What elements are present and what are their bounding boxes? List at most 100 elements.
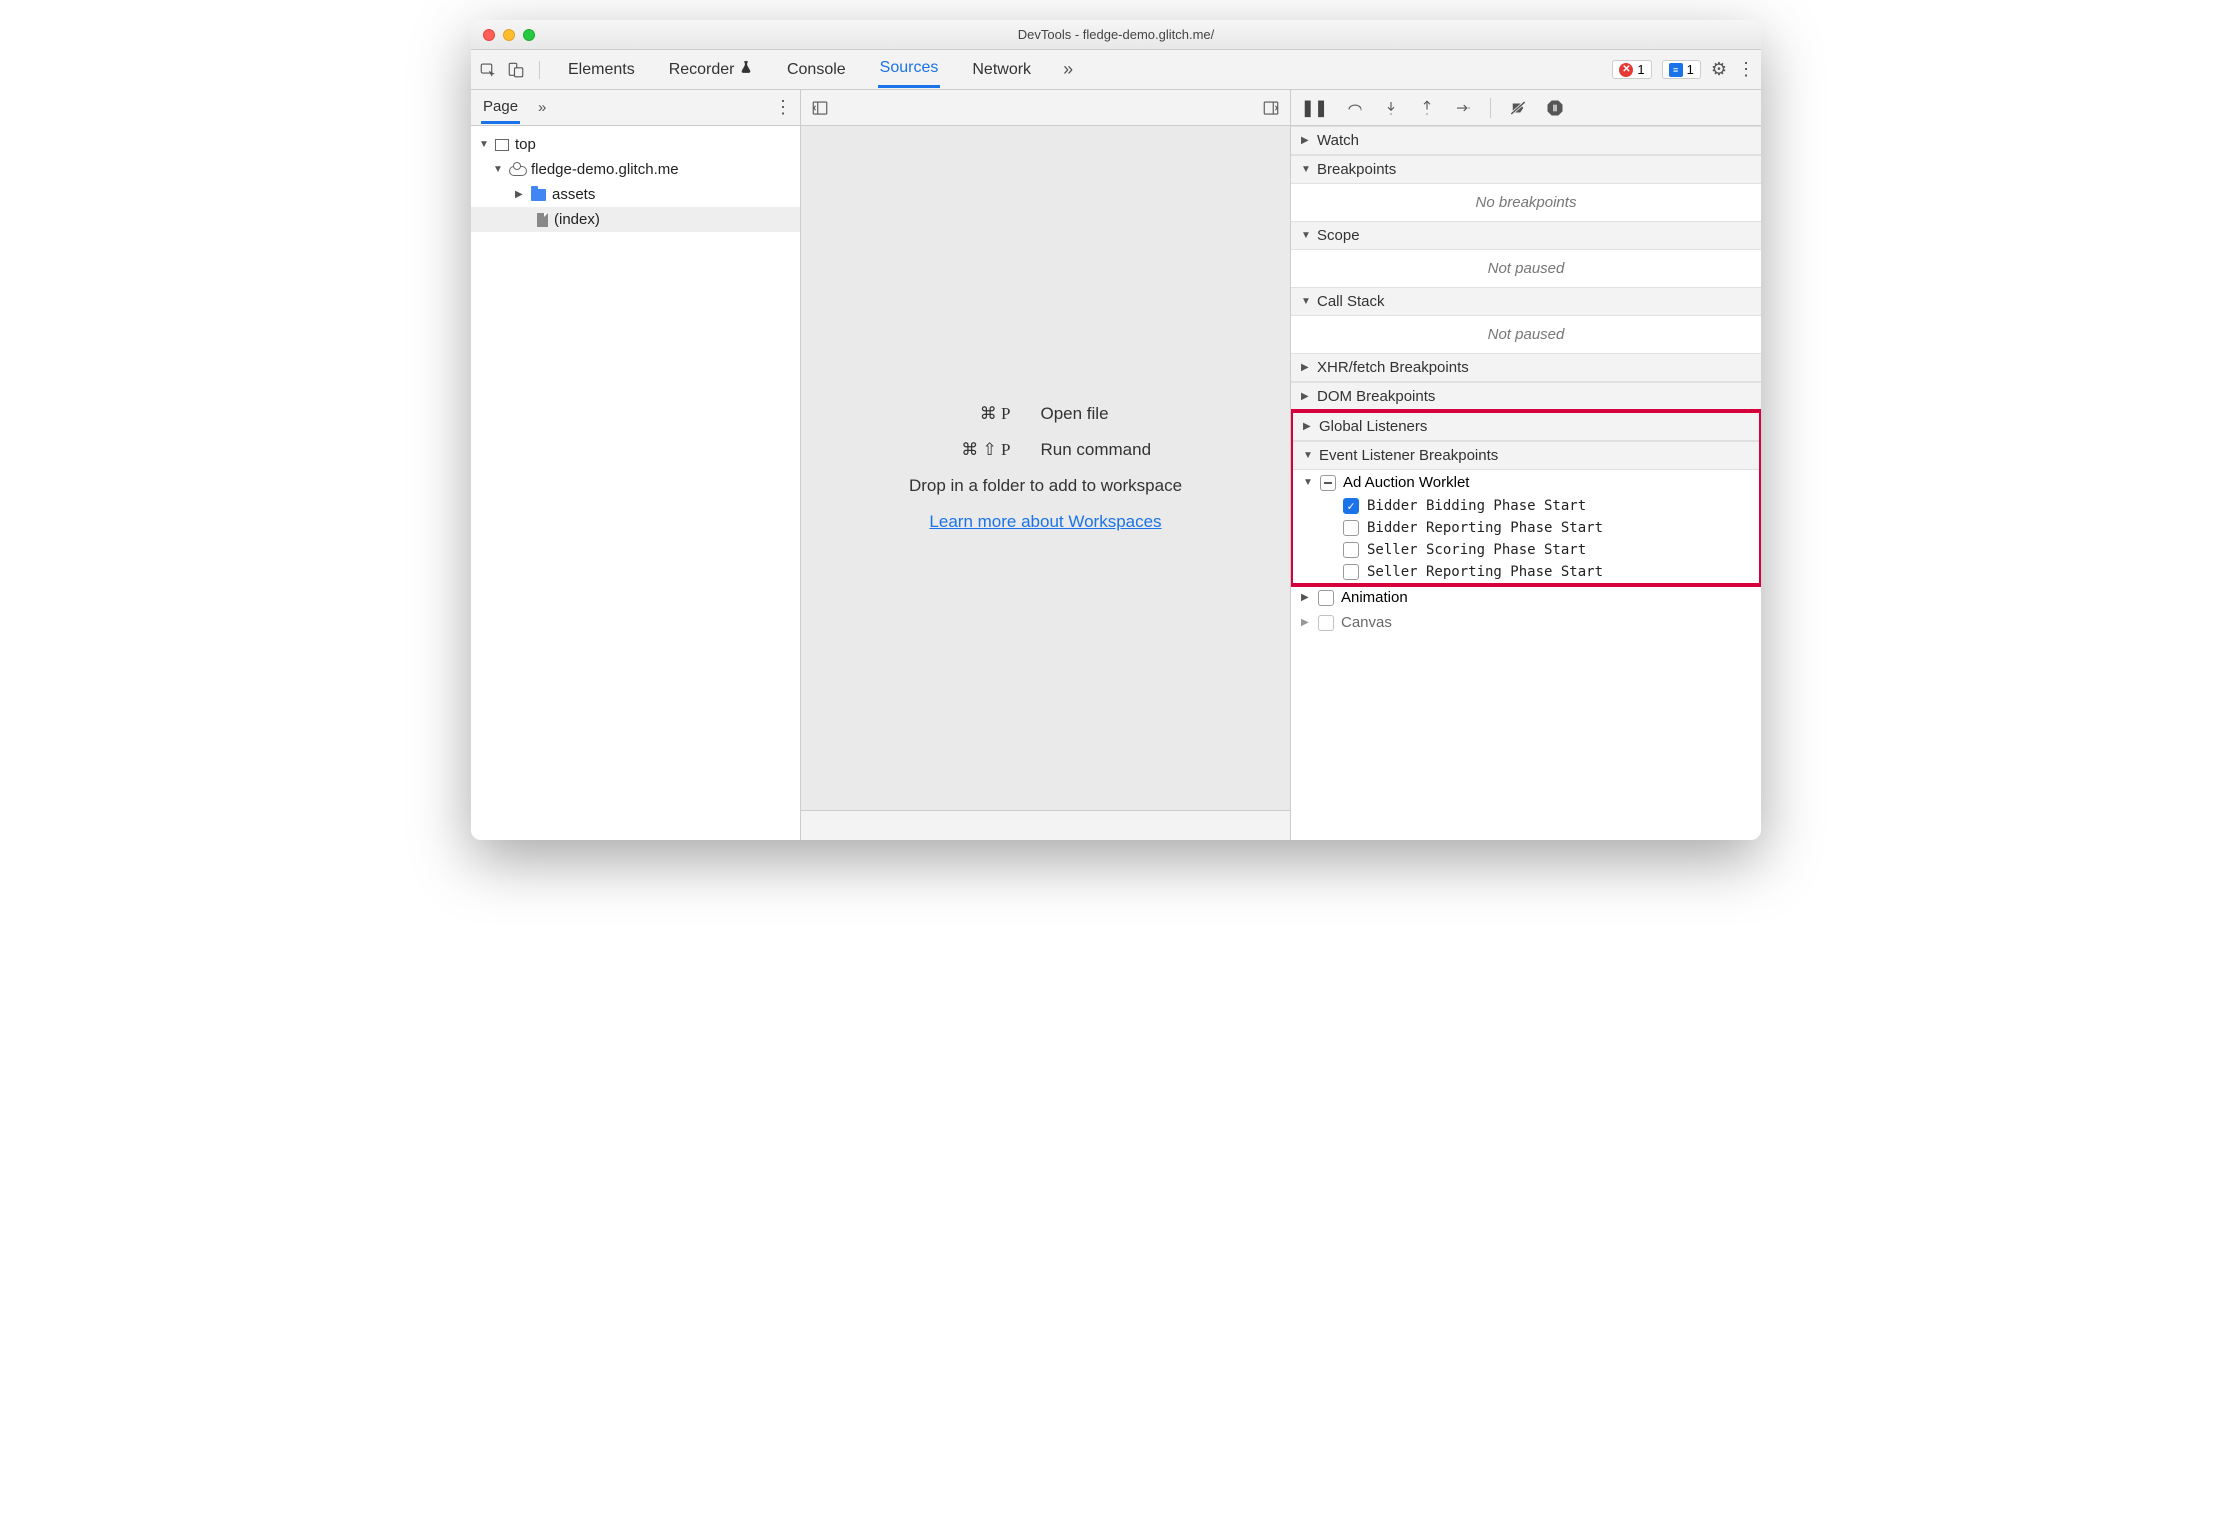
message-icon: ≡ bbox=[1669, 63, 1683, 77]
checkbox-unchecked[interactable] bbox=[1343, 564, 1359, 580]
devtools-window: DevTools - fledge-demo.glitch.me/ Elemen… bbox=[471, 20, 1761, 840]
tab-sources[interactable]: Sources bbox=[878, 51, 941, 88]
tab-recorder[interactable]: Recorder bbox=[667, 52, 755, 87]
chevron-down-icon: ▼ bbox=[1303, 477, 1313, 488]
chevron-down-icon: ▼ bbox=[1301, 296, 1311, 307]
chevron-down-icon: ▼ bbox=[1303, 450, 1313, 461]
section-event-listener-breakpoints[interactable]: ▼Event Listener Breakpoints bbox=[1293, 441, 1759, 470]
element-picker-icon[interactable] bbox=[479, 61, 497, 79]
step-icon[interactable] bbox=[1454, 99, 1472, 117]
learn-workspaces-link[interactable]: Learn more about Workspaces bbox=[929, 512, 1161, 532]
editor-footer bbox=[801, 810, 1290, 840]
errors-badge[interactable]: ✕1 bbox=[1612, 60, 1651, 79]
navigator-tab-page[interactable]: Page bbox=[481, 92, 520, 124]
section-label: Breakpoints bbox=[1317, 161, 1396, 178]
event-bidder-bidding-start[interactable]: ✓ Bidder Bidding Phase Start bbox=[1293, 495, 1759, 517]
event-label: Bidder Bidding Phase Start bbox=[1367, 498, 1586, 514]
editor-placeholder: ⌘ POpen file ⌘ ⇧ PRun command Drop in a … bbox=[801, 126, 1290, 810]
tree-label: (index) bbox=[554, 211, 600, 228]
group-label: Animation bbox=[1341, 589, 1408, 606]
section-dom[interactable]: ▶ DOM Breakpoints bbox=[1291, 382, 1761, 411]
shortcut-label: Run command bbox=[1041, 440, 1231, 460]
tree-file-index[interactable]: (index) bbox=[471, 207, 800, 232]
highlight-event-listener-breakpoints: ▶ Global Listeners ▼Event Listener Breakp… bbox=[1291, 409, 1761, 587]
editor-pane: ⌘ POpen file ⌘ ⇧ PRun command Drop in a … bbox=[801, 90, 1291, 840]
event-group-animation[interactable]: ▶ Animation bbox=[1291, 585, 1761, 610]
sources-body: Page » ⋮ ▼top ▼fledge-demo.glitch.me ▶as… bbox=[471, 90, 1761, 840]
navigator-menu-icon[interactable]: ⋮ bbox=[774, 97, 790, 118]
tab-network[interactable]: Network bbox=[970, 53, 1033, 87]
section-label: DOM Breakpoints bbox=[1317, 388, 1435, 405]
group-label: Canvas bbox=[1341, 614, 1392, 631]
checkbox-unchecked[interactable] bbox=[1318, 615, 1334, 631]
more-tabs-icon[interactable]: » bbox=[1063, 59, 1073, 80]
section-watch[interactable]: ▶Watch bbox=[1291, 126, 1761, 155]
tree-label: assets bbox=[552, 186, 595, 203]
event-bidder-reporting-start[interactable]: Bidder Reporting Phase Start bbox=[1293, 517, 1759, 539]
chevron-right-icon: ▶ bbox=[1301, 391, 1311, 402]
step-into-icon[interactable] bbox=[1382, 99, 1400, 117]
step-over-icon[interactable] bbox=[1346, 99, 1364, 117]
inspect-device-group bbox=[479, 61, 540, 79]
step-out-icon[interactable] bbox=[1418, 99, 1436, 117]
scope-not-paused-msg: Not paused bbox=[1291, 250, 1761, 287]
tab-recorder-label: Recorder bbox=[669, 61, 735, 78]
checkbox-unchecked[interactable] bbox=[1343, 520, 1359, 536]
shortcut-run-command: ⌘ ⇧ PRun command bbox=[861, 440, 1231, 460]
pause-exceptions-icon[interactable] bbox=[1545, 98, 1565, 118]
section-xhr[interactable]: ▶ XHR/fetch Breakpoints bbox=[1291, 353, 1761, 382]
section-scope[interactable]: ▼Scope bbox=[1291, 221, 1761, 250]
editor-toolbar bbox=[801, 90, 1290, 126]
tree-origin[interactable]: ▼fledge-demo.glitch.me bbox=[471, 157, 800, 182]
section-breakpoints[interactable]: ▼ Breakpoints bbox=[1291, 155, 1761, 184]
pause-icon[interactable]: ❚❚ bbox=[1301, 98, 1328, 118]
device-toggle-icon[interactable] bbox=[507, 61, 525, 79]
panel-tabs: Elements Recorder Console Sources Networ… bbox=[548, 51, 1604, 88]
deactivate-breakpoints-icon[interactable] bbox=[1509, 99, 1527, 117]
workspace-drop-hint: Drop in a folder to add to workspace bbox=[909, 476, 1182, 496]
navigator-tabs: Page » ⋮ bbox=[471, 90, 800, 126]
chevron-right-icon: ▶ bbox=[1301, 362, 1311, 373]
checkbox-unchecked[interactable] bbox=[1318, 590, 1334, 606]
toggle-navigator-icon[interactable] bbox=[811, 99, 829, 117]
event-seller-reporting-start[interactable]: Seller Reporting Phase Start bbox=[1293, 561, 1759, 583]
chevron-right-icon: ▶ bbox=[515, 189, 525, 200]
tree-label: fledge-demo.glitch.me bbox=[531, 161, 679, 178]
main-toolbar: Elements Recorder Console Sources Networ… bbox=[471, 50, 1761, 90]
section-label: Watch bbox=[1317, 132, 1359, 149]
toggle-debugger-icon[interactable] bbox=[1262, 99, 1280, 117]
event-group-canvas[interactable]: ▶Canvas bbox=[1291, 610, 1761, 635]
section-callstack[interactable]: ▼ Call Stack bbox=[1291, 287, 1761, 316]
error-icon: ✕ bbox=[1619, 63, 1633, 77]
event-seller-scoring-start[interactable]: Seller Scoring Phase Start bbox=[1293, 539, 1759, 561]
chevron-down-icon: ▼ bbox=[1301, 164, 1311, 175]
chevron-right-icon: ▶ bbox=[1301, 592, 1311, 603]
tab-elements[interactable]: Elements bbox=[566, 53, 637, 87]
section-label: Call Stack bbox=[1317, 293, 1385, 310]
more-menu-icon[interactable]: ⋮ bbox=[1737, 59, 1753, 80]
navigator-more-tabs-icon[interactable]: » bbox=[538, 99, 546, 116]
checkbox-unchecked[interactable] bbox=[1343, 542, 1359, 558]
chevron-right-icon: ▶ bbox=[1303, 421, 1313, 432]
checkbox-mixed[interactable] bbox=[1320, 475, 1336, 491]
flask-icon bbox=[739, 60, 753, 74]
chevron-down-icon: ▼ bbox=[1301, 230, 1311, 241]
section-label: Global Listeners bbox=[1319, 418, 1427, 435]
settings-icon[interactable]: ⚙ bbox=[1711, 59, 1727, 80]
checkbox-checked[interactable]: ✓ bbox=[1343, 498, 1359, 514]
event-label: Bidder Reporting Phase Start bbox=[1367, 520, 1603, 536]
messages-badge[interactable]: ≡1 bbox=[1662, 60, 1701, 79]
titlebar: DevTools - fledge-demo.glitch.me/ bbox=[471, 20, 1761, 50]
section-label: XHR/fetch Breakpoints bbox=[1317, 359, 1469, 376]
section-global-listeners[interactable]: ▶ Global Listeners bbox=[1293, 413, 1759, 441]
event-group-ad-auction-worklet[interactable]: ▼Ad Auction Worklet bbox=[1293, 470, 1759, 495]
tree-top-frame[interactable]: ▼top bbox=[471, 132, 800, 157]
folder-icon bbox=[531, 189, 546, 201]
event-label: Seller Reporting Phase Start bbox=[1367, 564, 1603, 580]
file-tree: ▼top ▼fledge-demo.glitch.me ▶assets (ind… bbox=[471, 126, 800, 238]
cloud-icon bbox=[509, 164, 525, 176]
tree-folder-assets[interactable]: ▶ assets bbox=[471, 182, 800, 207]
tab-console[interactable]: Console bbox=[785, 53, 848, 87]
chevron-down-icon: ▼ bbox=[479, 139, 489, 150]
shortcut-label: Open file bbox=[1041, 404, 1231, 424]
